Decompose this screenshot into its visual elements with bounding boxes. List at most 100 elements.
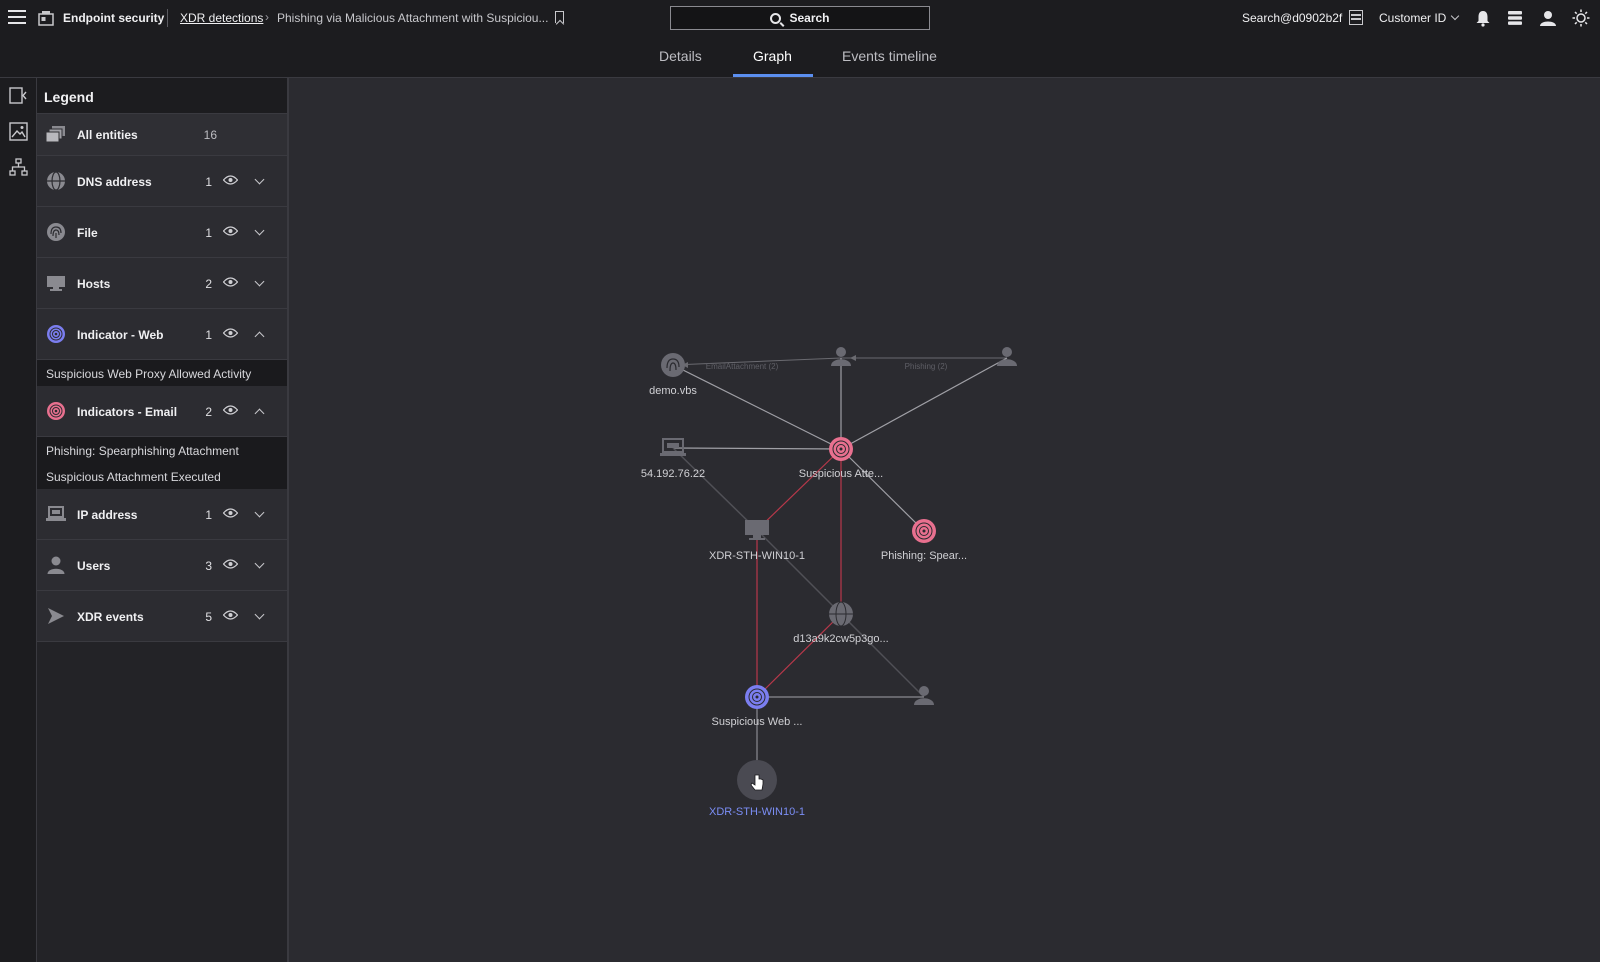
- legend-count: 1: [205, 328, 212, 342]
- legend-row-users[interactable]: Users 3: [37, 540, 287, 591]
- divider: [167, 9, 168, 27]
- search-button[interactable]: Search: [670, 6, 930, 30]
- legend-subitem[interactable]: Phishing: Spearphishing Attachment: [37, 437, 287, 463]
- breadcrumb-xdr-detections[interactable]: XDR detections: [180, 11, 263, 25]
- legend-count: 2: [205, 277, 212, 291]
- menu-icon[interactable]: [8, 10, 26, 26]
- node-label[interactable]: XDR-STH-WIN10-1: [709, 550, 805, 562]
- chevron-down-icon[interactable]: [254, 174, 265, 185]
- legend-subitem[interactable]: Suspicious Web Proxy Allowed Activity: [37, 360, 287, 386]
- node-host-2-selected: [737, 760, 777, 800]
- user-profile-icon[interactable]: [1539, 9, 1557, 27]
- edge-label: Phishing (2): [904, 362, 948, 371]
- node-suspicious-web: [745, 685, 769, 709]
- legend-label: Indicator - Web: [77, 328, 164, 342]
- chevron-up-icon[interactable]: [254, 331, 265, 342]
- radar-email-icon: [47, 402, 65, 420]
- eye-icon[interactable]: [223, 610, 238, 620]
- eye-icon[interactable]: [223, 328, 238, 338]
- legend-sublist-indicators-email: Phishing: Spearphishing Attachment Suspi…: [37, 437, 287, 489]
- monitor-icon: [47, 276, 65, 291]
- tab-bar: Details Graph Events timeline: [0, 38, 1600, 78]
- legend-label: Users: [77, 559, 111, 573]
- chevron-down-icon: [1451, 11, 1460, 21]
- hierarchy-icon[interactable]: [9, 158, 28, 177]
- legend-count: 1: [205, 226, 212, 240]
- search-icon: [770, 12, 782, 24]
- legend-row-indicator-web[interactable]: Indicator - Web 1: [37, 309, 287, 360]
- stack-icon: [46, 126, 65, 143]
- node-user-3: [914, 686, 934, 705]
- eye-icon[interactable]: [223, 405, 238, 415]
- legend-subitem[interactable]: Suspicious Attachment Executed: [37, 463, 287, 489]
- node-suspicious-attachment: [829, 437, 853, 461]
- theme-sun-icon[interactable]: [1572, 9, 1590, 27]
- eye-icon[interactable]: [223, 277, 238, 287]
- node-label[interactable]: Suspicious Atte...: [799, 468, 883, 480]
- collapse-panel-icon[interactable]: [9, 86, 28, 105]
- active-tab-indicator: [733, 74, 813, 77]
- node-user-1: [831, 347, 851, 366]
- node-label[interactable]: 54.192.76.22: [641, 468, 705, 480]
- node-label[interactable]: d13a9k2cw5p3go...: [793, 633, 888, 645]
- arrow-icon: [48, 608, 64, 624]
- legend-row-ip-address[interactable]: IP address 1: [37, 489, 287, 540]
- legend-panel: Legend All entities 16 DNS address 1 Fil…: [37, 78, 289, 962]
- legend-row-all-entities[interactable]: All entities 16: [37, 114, 287, 156]
- customer-id-dropdown[interactable]: Customer ID: [1379, 11, 1460, 25]
- radar-web-icon: [47, 325, 65, 343]
- breadcrumb-current: Phishing via Malicious Attachment with S…: [277, 11, 549, 25]
- eye-icon[interactable]: [223, 226, 238, 236]
- graph-edge: [756, 613, 842, 698]
- globe-icon: [47, 171, 65, 191]
- legend-row-file[interactable]: File 1: [37, 207, 287, 258]
- legend-label: Indicators - Email: [77, 405, 178, 419]
- node-dns: [829, 601, 853, 627]
- account-name[interactable]: Search@d0902b2f: [1242, 11, 1342, 25]
- graph-canvas[interactable]: EmailAttachment (2) Phishing (2) demo.vb…: [290, 78, 1600, 962]
- chevron-down-icon[interactable]: [254, 507, 265, 518]
- tab-events-timeline[interactable]: Events timeline: [842, 48, 937, 64]
- bookmark-icon[interactable]: [555, 11, 564, 23]
- node-label[interactable]: demo.vbs: [649, 385, 697, 397]
- eye-icon[interactable]: [223, 559, 238, 569]
- node-user-2: [997, 347, 1017, 366]
- bell-icon[interactable]: [1474, 9, 1492, 27]
- fingerprint-icon: [47, 223, 65, 241]
- stack-icon[interactable]: [1506, 9, 1524, 27]
- eye-icon[interactable]: [223, 175, 238, 185]
- node-label[interactable]: Suspicious Web ...: [712, 716, 803, 728]
- node-host-1: [745, 520, 769, 540]
- edge-label: EmailAttachment (2): [705, 362, 779, 371]
- chevron-up-icon[interactable]: [254, 408, 265, 419]
- tab-graph[interactable]: Graph: [753, 48, 792, 64]
- eye-icon[interactable]: [223, 508, 238, 518]
- chevron-down-icon[interactable]: [254, 609, 265, 620]
- legend-row-dns-address[interactable]: DNS address 1: [37, 156, 287, 207]
- legend-row-xdr-events[interactable]: XDR events 5: [37, 591, 287, 642]
- tab-details[interactable]: Details: [659, 48, 702, 64]
- account-list-icon[interactable]: [1349, 10, 1363, 25]
- node-label[interactable]: Phishing: Spear...: [881, 550, 967, 562]
- legend-title: Legend: [37, 78, 287, 114]
- legend-row-indicators-email[interactable]: Indicators - Email 2: [37, 386, 287, 437]
- legend-row-hosts[interactable]: Hosts 2: [37, 258, 287, 309]
- legend-label: Hosts: [77, 277, 111, 291]
- graph-edge: [672, 447, 842, 450]
- node-phishing-spear: [912, 519, 936, 543]
- customer-id-label: Customer ID: [1379, 11, 1447, 25]
- app-title: Endpoint security: [63, 11, 165, 25]
- graph-edge: [756, 448, 842, 531]
- chevron-down-icon[interactable]: [254, 276, 265, 287]
- chevron-down-icon[interactable]: [254, 558, 265, 569]
- legend-count: 16: [203, 128, 217, 142]
- search-label: Search: [789, 11, 830, 25]
- chevron-down-icon[interactable]: [254, 225, 265, 236]
- breadcrumb-separator-icon: ›: [265, 10, 269, 24]
- legend-label: DNS address: [77, 175, 152, 189]
- legend-count: 1: [205, 508, 212, 522]
- edge-arrow: [850, 355, 856, 361]
- top-bar: Endpoint security XDR detections › Phish…: [0, 0, 1600, 78]
- node-label-selected[interactable]: XDR-STH-WIN10-1: [709, 806, 805, 818]
- image-icon[interactable]: [9, 122, 28, 141]
